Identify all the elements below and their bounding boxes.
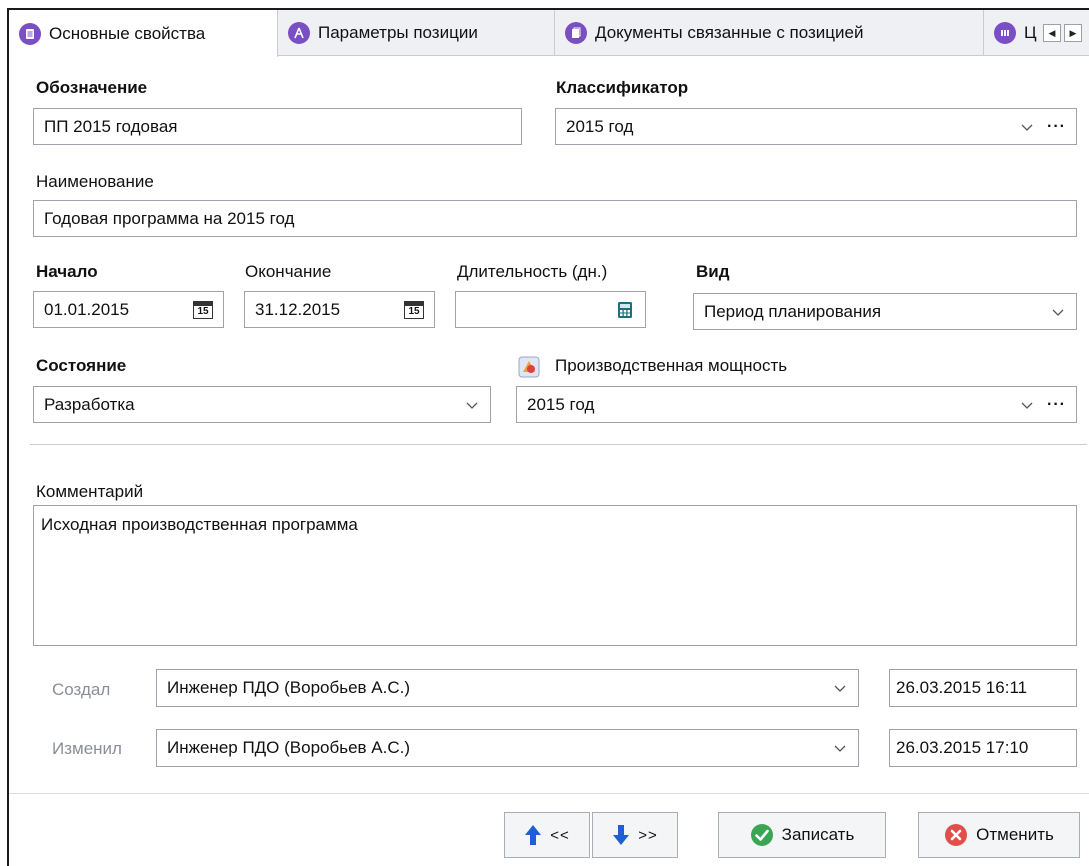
- ellipsis-icon[interactable]: ···: [1047, 396, 1066, 414]
- classifier-label: Классификатор: [556, 78, 689, 97]
- documents-icon: [565, 22, 587, 44]
- capacity-select[interactable]: 2015 год ···: [516, 386, 1077, 423]
- chevron-down-icon[interactable]: [1050, 304, 1066, 320]
- tab-strip: Основные свойства Параметры позиции Доку…: [9, 10, 1089, 57]
- created-by-select[interactable]: Инженер ПДО (Воробьев А.С.): [156, 669, 859, 707]
- modified-by-select[interactable]: Инженер ПДО (Воробьев А.С.): [156, 729, 859, 767]
- arrow-down-icon: [613, 825, 630, 845]
- tab-main-properties[interactable]: Основные свойства: [9, 10, 278, 57]
- end-label: Окончание: [245, 262, 332, 281]
- created-at-value: 26.03.2015 16:11: [896, 678, 1028, 697]
- arrow-up-icon: [525, 825, 542, 845]
- triangle-right-icon: ▶: [1069, 27, 1077, 38]
- duration-field[interactable]: [455, 291, 646, 328]
- tab-more[interactable]: Ц: [984, 10, 1050, 56]
- name-label: Наименование: [36, 172, 154, 191]
- start-date-value: 01.01.2015: [44, 299, 130, 319]
- document-icon: [19, 22, 41, 45]
- next-label: >>: [638, 826, 658, 844]
- modified-label: Изменил: [52, 739, 122, 758]
- created-at-field[interactable]: 26.03.2015 16:11: [889, 669, 1077, 707]
- comment-textarea[interactable]: Исходная производственная программа: [33, 505, 1077, 646]
- chevron-down-icon[interactable]: [832, 680, 848, 696]
- state-label: Состояние: [36, 356, 127, 375]
- designation-label: Обозначение: [36, 78, 148, 97]
- kind-value: Период планирования: [704, 301, 882, 321]
- created-label: Создал: [52, 680, 111, 699]
- classifier-value: 2015 год: [566, 116, 634, 136]
- chevron-down-icon[interactable]: [1019, 397, 1035, 413]
- end-date-field[interactable]: 31.12.2015 15: [244, 291, 435, 328]
- tab-scroll-right-button[interactable]: ▶: [1064, 24, 1082, 42]
- modified-at-field[interactable]: 26.03.2015 17:10: [889, 729, 1077, 767]
- start-label: Начало: [36, 262, 98, 281]
- previous-label: <<: [550, 826, 570, 844]
- save-button[interactable]: Записать: [718, 812, 886, 858]
- tab-position-params[interactable]: Параметры позиции: [278, 10, 555, 56]
- calendar-icon[interactable]: 15: [193, 300, 213, 319]
- cancel-button[interactable]: Отменить: [918, 812, 1080, 858]
- tab-label: Параметры позиции: [318, 23, 478, 42]
- name-value: Годовая программа на 2015 год: [44, 208, 295, 228]
- end-date-value: 31.12.2015: [255, 299, 341, 319]
- duration-label: Длительность (дн.): [457, 262, 608, 281]
- capacity-label: Производственная мощность: [555, 356, 788, 375]
- modified-at-value: 26.03.2015 17:10: [896, 738, 1029, 757]
- next-button[interactable]: >>: [592, 812, 678, 858]
- tab-label: Документы связанные с позицией: [595, 23, 864, 42]
- cancel-label: Отменить: [976, 825, 1054, 844]
- chevron-down-icon[interactable]: [464, 397, 480, 413]
- kind-select[interactable]: Период планирования: [693, 293, 1077, 330]
- chevron-down-icon[interactable]: [1019, 119, 1035, 135]
- tab-scroll-left-button[interactable]: ◀: [1043, 24, 1061, 42]
- kind-label: Вид: [696, 262, 730, 281]
- comment-label: Комментарий: [36, 482, 144, 501]
- tab-related-documents[interactable]: Документы связанные с позицией: [555, 10, 984, 56]
- stack-icon: [994, 22, 1016, 44]
- check-circle-icon: [750, 824, 773, 846]
- name-field[interactable]: Годовая программа на 2015 год: [33, 200, 1077, 237]
- ellipsis-icon[interactable]: ···: [1047, 118, 1066, 136]
- state-value: Разработка: [44, 394, 135, 414]
- previous-button[interactable]: <<: [504, 812, 590, 858]
- section-divider: [30, 444, 1087, 445]
- state-select[interactable]: Разработка: [33, 386, 491, 423]
- footer-divider: [9, 793, 1089, 794]
- designation-field[interactable]: ПП 2015 годовая: [33, 108, 522, 145]
- calculator-icon[interactable]: [615, 300, 635, 320]
- tab-label: Ц: [1024, 23, 1037, 42]
- classifier-select[interactable]: 2015 год ···: [555, 108, 1077, 145]
- capacity-value: 2015 год: [527, 394, 595, 414]
- save-label: Записать: [781, 825, 855, 844]
- close-circle-icon: [945, 824, 968, 846]
- chevron-down-icon[interactable]: [832, 740, 848, 756]
- created-by-value: Инженер ПДО (Воробьев А.С.): [167, 678, 411, 697]
- compass-icon: [288, 22, 310, 44]
- triangle-left-icon: ◀: [1048, 27, 1056, 38]
- calendar-icon[interactable]: 15: [404, 300, 424, 319]
- start-date-field[interactable]: 01.01.2015 15: [33, 291, 224, 328]
- tab-label: Основные свойства: [49, 23, 206, 43]
- designation-value: ПП 2015 годовая: [44, 116, 178, 136]
- capacity-icon[interactable]: [518, 356, 540, 383]
- modified-by-value: Инженер ПДО (Воробьев А.С.): [167, 738, 411, 757]
